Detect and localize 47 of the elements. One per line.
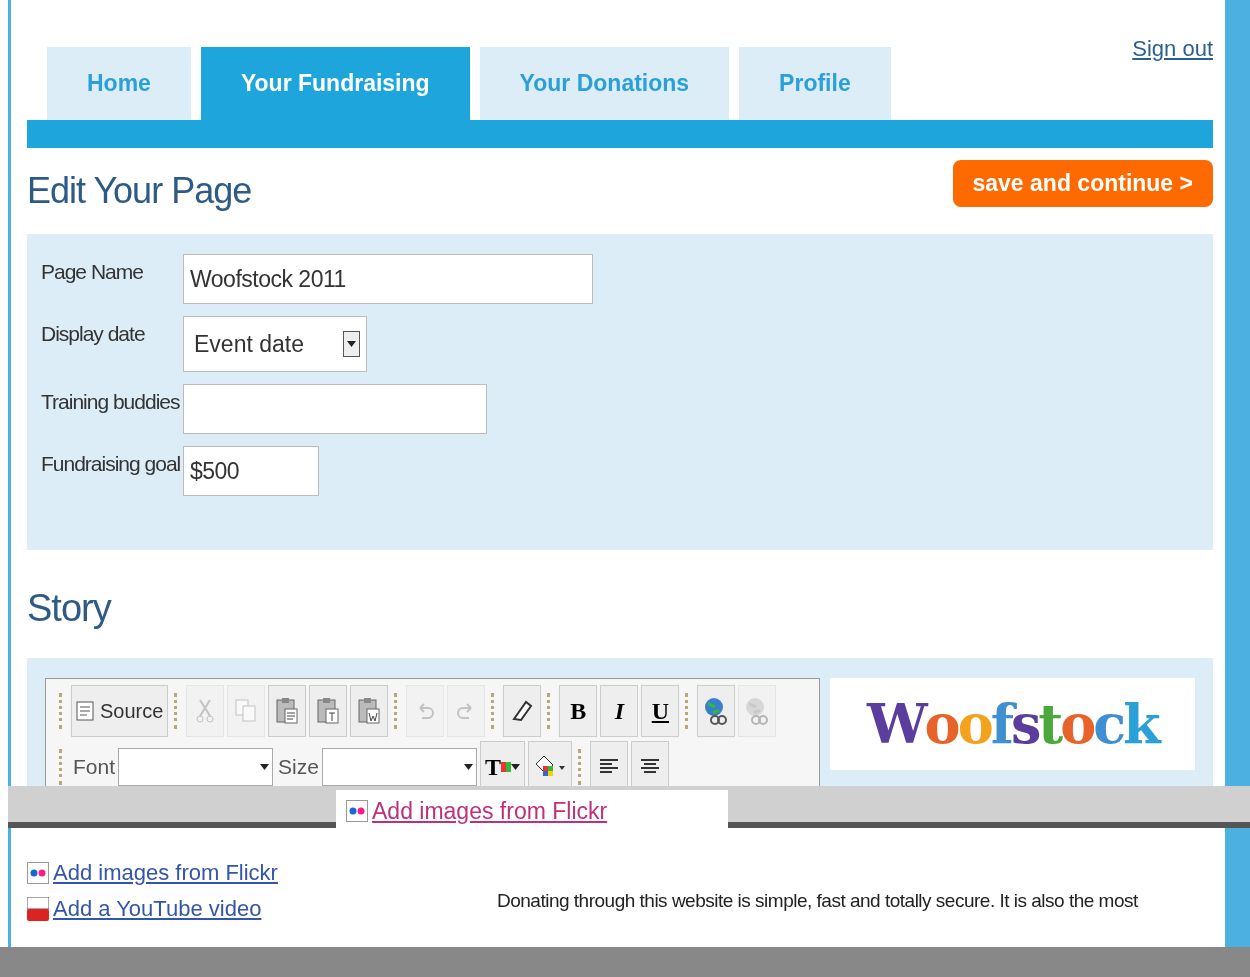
flickr-link[interactable]: Add images from Flickr	[53, 860, 278, 886]
tv-icon	[27, 897, 49, 921]
display-date-select[interactable]: Event date	[183, 316, 367, 372]
source-button[interactable]: Source	[71, 685, 169, 737]
copy-icon	[235, 699, 258, 723]
globe-icon	[703, 696, 730, 726]
field-label: Display date	[41, 321, 146, 346]
bold-button[interactable]: B	[559, 685, 598, 737]
italic-button[interactable]: I	[600, 685, 639, 737]
flickr-link[interactable]: Add images from Flickr	[372, 797, 608, 825]
caret-icon	[463, 764, 473, 770]
input-field[interactable]: $500	[183, 446, 319, 496]
input-field[interactable]: Woofstock 2011	[183, 254, 593, 304]
section-title: Story	[27, 585, 113, 631]
align-center-icon	[639, 758, 660, 776]
eraser-icon	[510, 699, 535, 723]
clipboard-icon	[316, 697, 341, 725]
youtube-link[interactable]: Add a YouTube video	[53, 896, 262, 922]
field-label: Page Name	[41, 259, 144, 284]
input-field[interactable]	[183, 384, 487, 434]
story-text: Donating through this website is simple, fast and totally secure. It is also the most	[497, 889, 1138, 913]
align-left-icon	[598, 758, 619, 776]
woofstock-logo: Woofstock	[829, 678, 1195, 770]
size-dropdown[interactable]	[321, 748, 477, 786]
two-dots-icon	[346, 800, 368, 822]
paste-button[interactable]	[268, 685, 307, 737]
two-dots-icon	[27, 862, 49, 884]
pastetext-button[interactable]	[309, 685, 348, 737]
link-button[interactable]	[697, 685, 736, 737]
font-dropdown[interactable]	[118, 748, 274, 786]
sign-out-link[interactable]: Sign out	[1132, 36, 1213, 62]
size-label: Size	[278, 755, 319, 779]
eraser-button[interactable]	[503, 685, 542, 737]
pasteword-button[interactable]	[350, 685, 389, 737]
caret-icon	[510, 764, 520, 770]
caret-icon	[347, 341, 356, 347]
font-label: Font	[73, 755, 116, 779]
document-icon	[76, 701, 94, 721]
globe-icon	[744, 696, 771, 726]
scissors-icon	[195, 698, 216, 724]
underline-button[interactable]: U	[641, 685, 680, 737]
field-label: Training buddies	[41, 389, 181, 414]
clipboard-icon	[357, 697, 382, 725]
clipboard-icon	[275, 697, 300, 725]
field-label: Fundraising goal	[41, 451, 181, 476]
page-title: Edit Your Page	[27, 170, 252, 212]
caret-icon	[260, 764, 270, 770]
